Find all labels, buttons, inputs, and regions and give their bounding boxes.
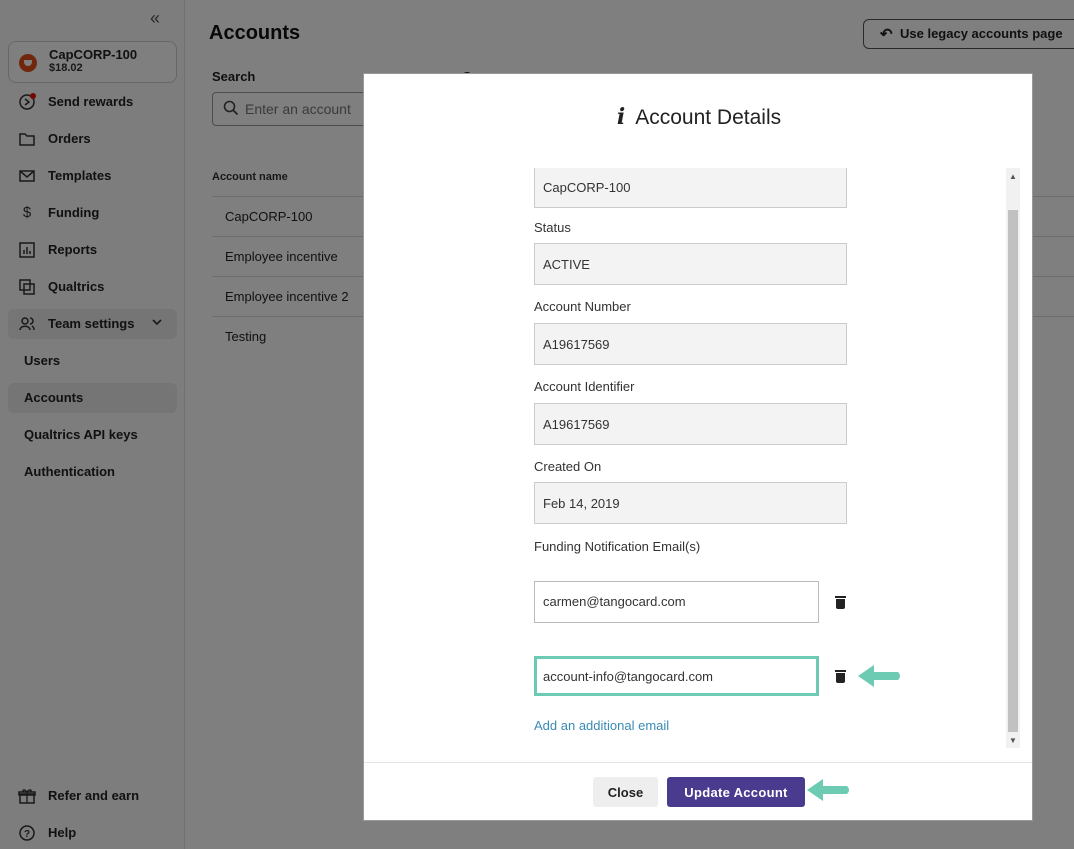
info-icon: i [616,104,626,130]
created-on-field: Feb 14, 2019 [534,482,847,524]
email-input[interactable] [543,669,803,684]
created-on-label: Created On [534,459,602,474]
delete-email-icon[interactable] [835,595,847,609]
annotation-arrow-icon [858,665,900,687]
email-field[interactable] [534,581,819,623]
scroll-down-icon[interactable]: ▼ [1006,734,1020,748]
modal-scrollbar[interactable]: ▲ ▼ [1006,168,1020,748]
account-number-label: Account Number [534,299,631,314]
modal-footer: Close Update Account [364,762,1032,820]
modal-title: i Account Details [364,104,1034,130]
account-identifier-label: Account Identifier [534,379,635,394]
modal-body[interactable]: CapCORP-100 Status ACTIVE Account Number… [364,168,1034,748]
account-number-field: A19617569 [534,323,847,365]
delete-email-icon[interactable] [835,669,847,683]
close-button[interactable]: Close [593,777,658,807]
funding-emails-label: Funding Notification Email(s) [534,539,701,554]
status-field: ACTIVE [534,243,847,285]
update-account-button[interactable]: Update Account [667,777,805,807]
account-identifier-field: A19617569 [534,403,847,445]
email-field-focused[interactable] [534,656,819,696]
annotation-arrow-icon [807,779,849,801]
modal-title-text: Account Details [635,106,782,129]
scrollbar-thumb[interactable] [1008,210,1018,732]
scroll-up-icon[interactable]: ▲ [1006,170,1020,184]
account-name-field: CapCORP-100 [534,168,847,208]
add-email-link[interactable]: Add an additional email [534,718,669,733]
account-details-modal: i Account Details CapCORP-100 Status ACTI… [363,73,1033,821]
email-input[interactable] [543,594,803,609]
status-label: Status [534,220,571,235]
